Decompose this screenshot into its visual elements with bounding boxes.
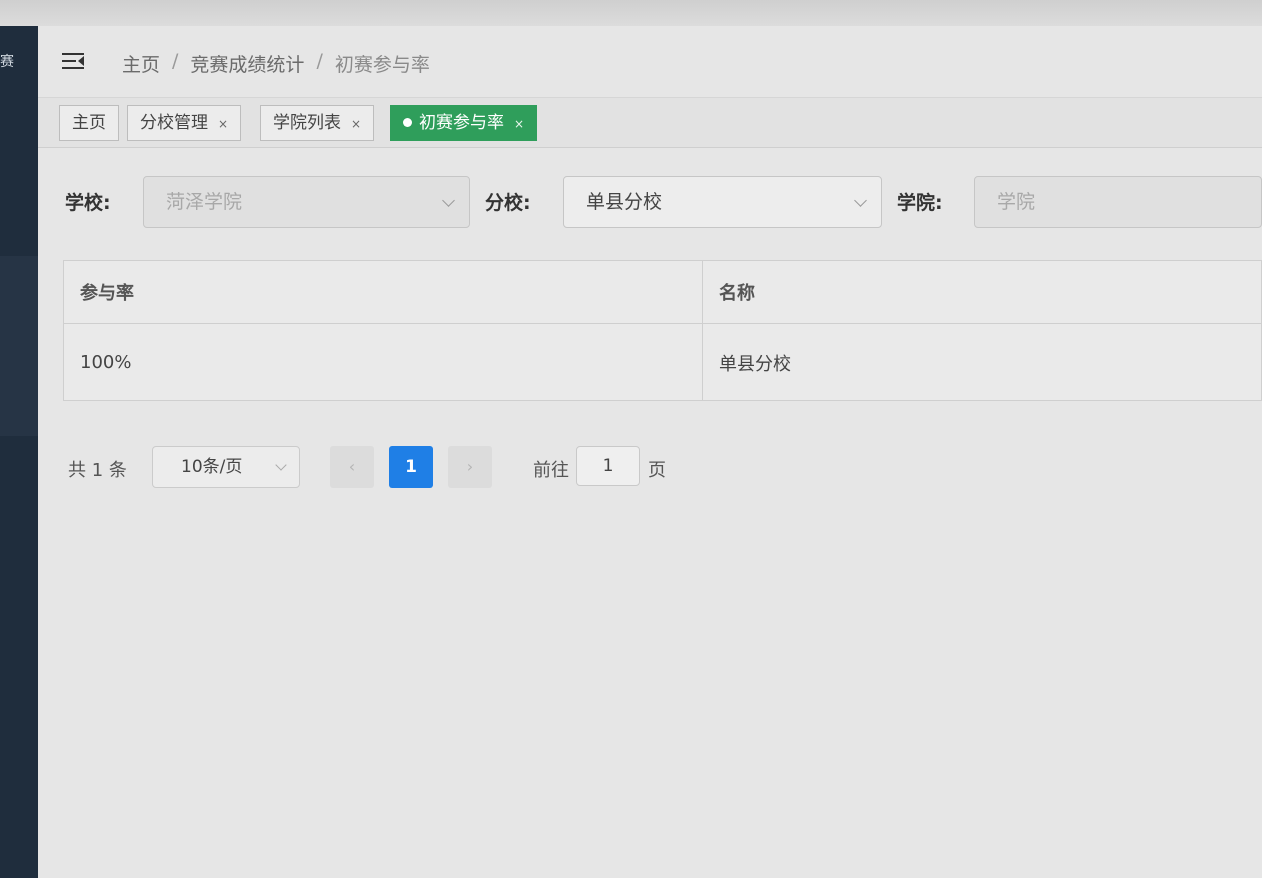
column-header-participation-rate: 参与率 — [64, 261, 703, 323]
pagination: 共 1 条 10条/页 ‹ 1 › 前往 1 页 — [68, 446, 768, 488]
tab-label: 初赛参与率 — [419, 113, 504, 133]
tab-label: 学院列表 — [273, 113, 341, 133]
sidebar-menu-text[interactable]: 赛 — [0, 54, 14, 70]
breadcrumb-current: 初赛参与率 — [334, 54, 430, 76]
page-size-select[interactable]: 10条/页 — [152, 446, 300, 488]
breadcrumb-separator: / — [172, 50, 179, 72]
main-content: 主页 / 竞赛成绩统计 / 初赛参与率 主页 分校管理 × 学院列表 × 初赛参与率… — [38, 26, 1262, 878]
close-icon[interactable]: × — [351, 117, 361, 131]
branch-select[interactable]: 单县分校 — [563, 176, 882, 228]
navbar: 主页 / 竞赛成绩统计 / 初赛参与率 — [38, 26, 1262, 98]
participation-table: 参与率 名称 100% 单县分校 — [63, 260, 1262, 401]
goto-unit-label: 页 — [648, 460, 666, 481]
close-icon[interactable]: × — [218, 117, 228, 131]
chevron-down-icon — [275, 459, 287, 471]
tab-college-list[interactable]: 学院列表 × — [260, 105, 375, 141]
cell-name: 单县分校 — [719, 353, 791, 375]
tab-label: 主页 — [72, 113, 106, 133]
tab-first-round-participation[interactable]: 初赛参与率 × — [390, 105, 538, 141]
college-select[interactable]: 学院 — [974, 176, 1262, 228]
branch-select-value: 单县分校 — [586, 191, 663, 213]
breadcrumb-separator: / — [316, 50, 323, 72]
pagination-total: 共 1 条 — [68, 460, 127, 481]
sidebar-active-band — [0, 256, 38, 436]
close-icon[interactable]: × — [514, 117, 524, 131]
breadcrumb-competition-stats[interactable]: 竞赛成绩统计 — [190, 50, 304, 77]
column-header-name: 名称 — [719, 283, 755, 304]
table-header-row: 参与率 名称 — [64, 261, 1262, 324]
screen-bezel — [0, 0, 1262, 26]
hamburger-icon[interactable] — [62, 50, 86, 72]
chevron-down-icon — [854, 194, 867, 207]
goto-label: 前往 — [533, 460, 569, 481]
branch-label: 分校: — [485, 192, 531, 214]
page-size-value: 10条/页 — [181, 457, 243, 477]
next-page-button[interactable]: › — [448, 446, 492, 488]
table-row: 100% 单县分校 — [64, 324, 1262, 401]
school-select[interactable]: 菏泽学院 — [143, 176, 470, 228]
chevron-down-icon — [442, 194, 455, 207]
tab-label: 分校管理 — [140, 113, 208, 133]
page-number-button[interactable]: 1 — [389, 446, 433, 488]
college-select-placeholder: 学院 — [997, 191, 1036, 213]
tab-home[interactable]: 主页 — [59, 105, 119, 141]
active-dot-icon — [403, 118, 412, 127]
prev-page-button[interactable]: ‹ — [330, 446, 374, 488]
tags-view-bar: 主页 分校管理 × 学院列表 × 初赛参与率 × — [38, 98, 1262, 148]
school-select-value: 菏泽学院 — [166, 191, 243, 213]
filter-bar: 学校: 菏泽学院 分校: 单县分校 学院: 学院 — [38, 176, 1262, 228]
goto-page-input[interactable]: 1 — [576, 446, 640, 486]
breadcrumb: 主页 / 竞赛成绩统计 / 初赛参与率 — [122, 50, 430, 77]
tab-branch-management[interactable]: 分校管理 × — [127, 105, 242, 141]
cell-participation-rate: 100% — [64, 324, 703, 401]
sidebar: 赛 — [0, 26, 38, 878]
breadcrumb-home[interactable]: 主页 — [122, 50, 160, 77]
school-label: 学校: — [65, 192, 111, 214]
college-label: 学院: — [897, 192, 943, 214]
